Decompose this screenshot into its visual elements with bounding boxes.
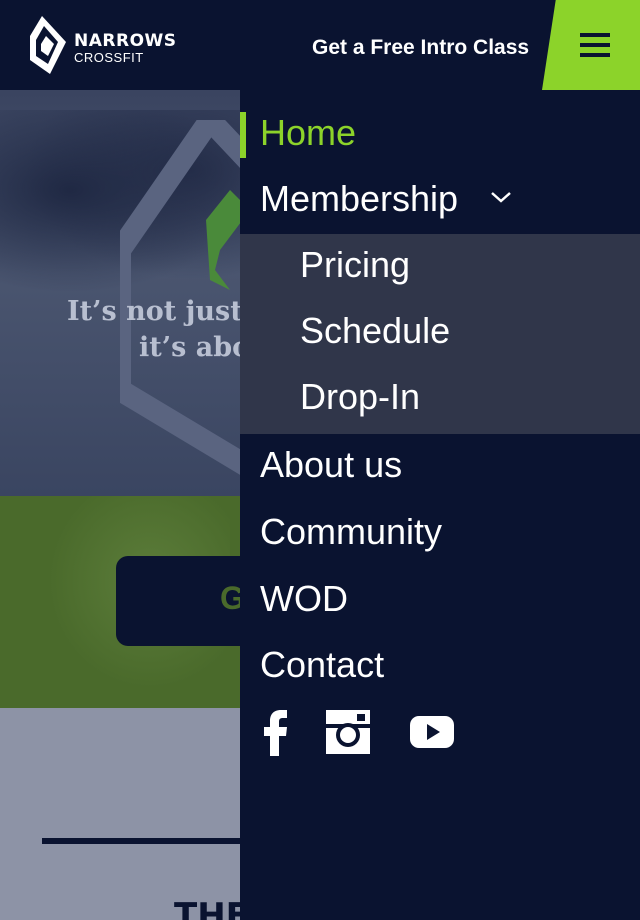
submenu-item-pricing[interactable]: Pricing	[240, 244, 640, 290]
nav-item-membership[interactable]: Membership	[240, 178, 640, 224]
nav-item-community[interactable]: Community	[240, 511, 640, 557]
submenu-item-drop-in[interactable]: Drop-In	[240, 376, 640, 422]
facebook-icon[interactable]	[262, 710, 288, 756]
navigation-drawer: Home Membership Pricing Schedule Drop-In…	[240, 90, 640, 920]
submenu-item-label: Drop-In	[300, 376, 421, 417]
hamburger-icon-bar	[580, 53, 610, 57]
instagram-icon[interactable]	[326, 710, 370, 754]
menu-toggle-button[interactable]	[542, 0, 640, 90]
submenu-item-label: Pricing	[300, 244, 411, 285]
section-heading: THE	[174, 896, 249, 920]
hamburger-icon-bar	[580, 43, 610, 47]
youtube-icon[interactable]	[410, 716, 454, 748]
narrows-crossfit-logo[interactable]: NARROWS CROSSFIT	[28, 14, 178, 76]
nav-item-about-us[interactable]: About us	[240, 444, 640, 490]
nav-item-label: Home	[260, 112, 357, 153]
logo-wordmark: NARROWS CROSSFIT	[74, 32, 177, 65]
chevron-down-icon[interactable]	[490, 186, 512, 208]
submenu-item-label: Schedule	[300, 310, 451, 351]
nav-item-label: WOD	[260, 578, 348, 619]
nav-item-label: Contact	[260, 644, 385, 685]
submenu-item-schedule[interactable]: Schedule	[240, 310, 640, 356]
free-intro-class-link[interactable]: Get a Free Intro Class	[312, 36, 529, 60]
logo-mark-icon	[30, 16, 66, 74]
logo-word-narrows: NARROWS	[74, 31, 177, 51]
nav-item-wod[interactable]: WOD	[240, 578, 640, 624]
membership-submenu: Pricing Schedule Drop-In	[240, 234, 640, 434]
nav-item-label: About us	[260, 444, 403, 485]
site-header: NARROWS CROSSFIT Get a Free Intro Class	[0, 0, 640, 90]
logo-word-crossfit: CROSSFIT	[74, 50, 144, 65]
nav-item-label: Community	[260, 511, 443, 552]
hamburger-icon	[580, 33, 610, 37]
nav-item-contact[interactable]: Contact	[240, 644, 640, 690]
nav-item-label: Membership	[260, 178, 459, 219]
nav-item-home[interactable]: Home	[240, 112, 640, 158]
